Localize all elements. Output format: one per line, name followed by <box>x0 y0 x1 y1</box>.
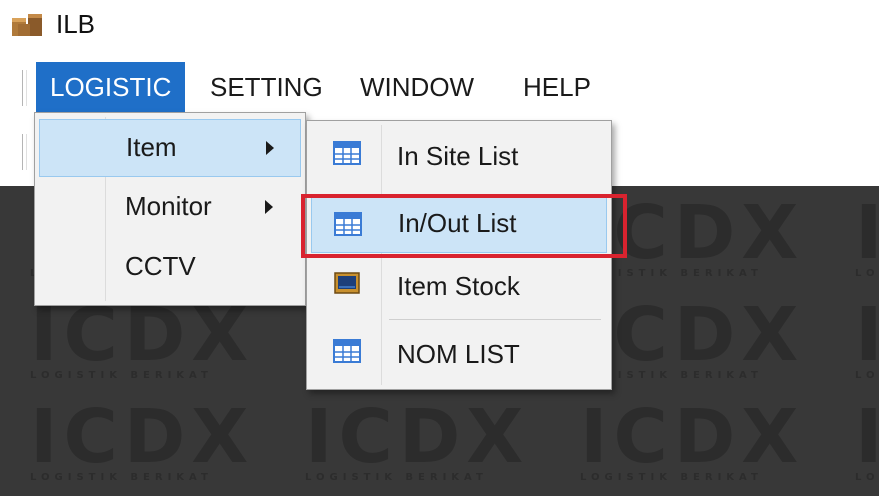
submenu-item-nom-list[interactable]: NOM LIST <box>311 325 607 381</box>
menu-item-label: CCTV <box>125 251 196 281</box>
grid-icon <box>333 339 361 363</box>
menu-help[interactable]: HELP <box>509 62 605 112</box>
watermark-logo: ICDXLOGISTIK BERIKAT <box>305 394 530 483</box>
watermark-logo: ICDXLOGISTIK BERIKAT <box>855 292 879 381</box>
submenu-item-in-site-list[interactable]: In Site List <box>311 127 607 183</box>
menu-item-label: Item <box>126 132 177 162</box>
menu-item-cctv[interactable]: CCTV <box>39 241 301 299</box>
watermark-logo: ICDXLOGISTIK BERIKAT <box>30 292 255 381</box>
menu-window[interactable]: WINDOW <box>346 62 488 112</box>
toolbar-grip[interactable] <box>22 134 27 170</box>
menu-separator <box>389 319 601 320</box>
annotation-highlight-box <box>301 194 627 258</box>
watermark-logo: ICDXLOGISTIK BERIKAT <box>580 292 805 381</box>
watermark-logo: ICDXLOGISTIK BERIKAT <box>855 394 879 483</box>
submenu-arrow-icon <box>265 200 273 214</box>
app-title: ILB <box>56 9 96 39</box>
monitor-icon <box>334 272 360 294</box>
submenu-item-label: NOM LIST <box>397 339 520 369</box>
menu-item-item[interactable]: Item <box>39 119 301 177</box>
menu-logistic[interactable]: LOGISTIC <box>36 62 186 112</box>
submenu-item-label: Item Stock <box>397 271 520 301</box>
menu-setting[interactable]: SETTING <box>196 62 337 112</box>
menubar-grip[interactable] <box>22 70 27 106</box>
submenu-item-item-stock[interactable]: Item Stock <box>311 257 607 313</box>
watermark-logo: ICDXLOGISTIK BERIKAT <box>30 394 255 483</box>
submenu-item-label: In Site List <box>397 141 519 171</box>
logistic-dropdown: Item Monitor CCTV <box>34 112 306 306</box>
watermark-logo: ICDXLOGISTIK BERIKAT <box>855 190 879 279</box>
title-bar: ILB <box>0 0 879 52</box>
submenu-arrow-icon <box>266 141 274 155</box>
menu-item-monitor[interactable]: Monitor <box>39 183 301 241</box>
grid-icon <box>333 141 361 165</box>
menu-item-label: Monitor <box>125 191 212 221</box>
menu-bar: LOGISTIC SETTING WINDOW HELP <box>0 52 879 114</box>
watermark-logo: ICDXLOGISTIK BERIKAT <box>580 394 805 483</box>
app-icon <box>12 14 42 36</box>
